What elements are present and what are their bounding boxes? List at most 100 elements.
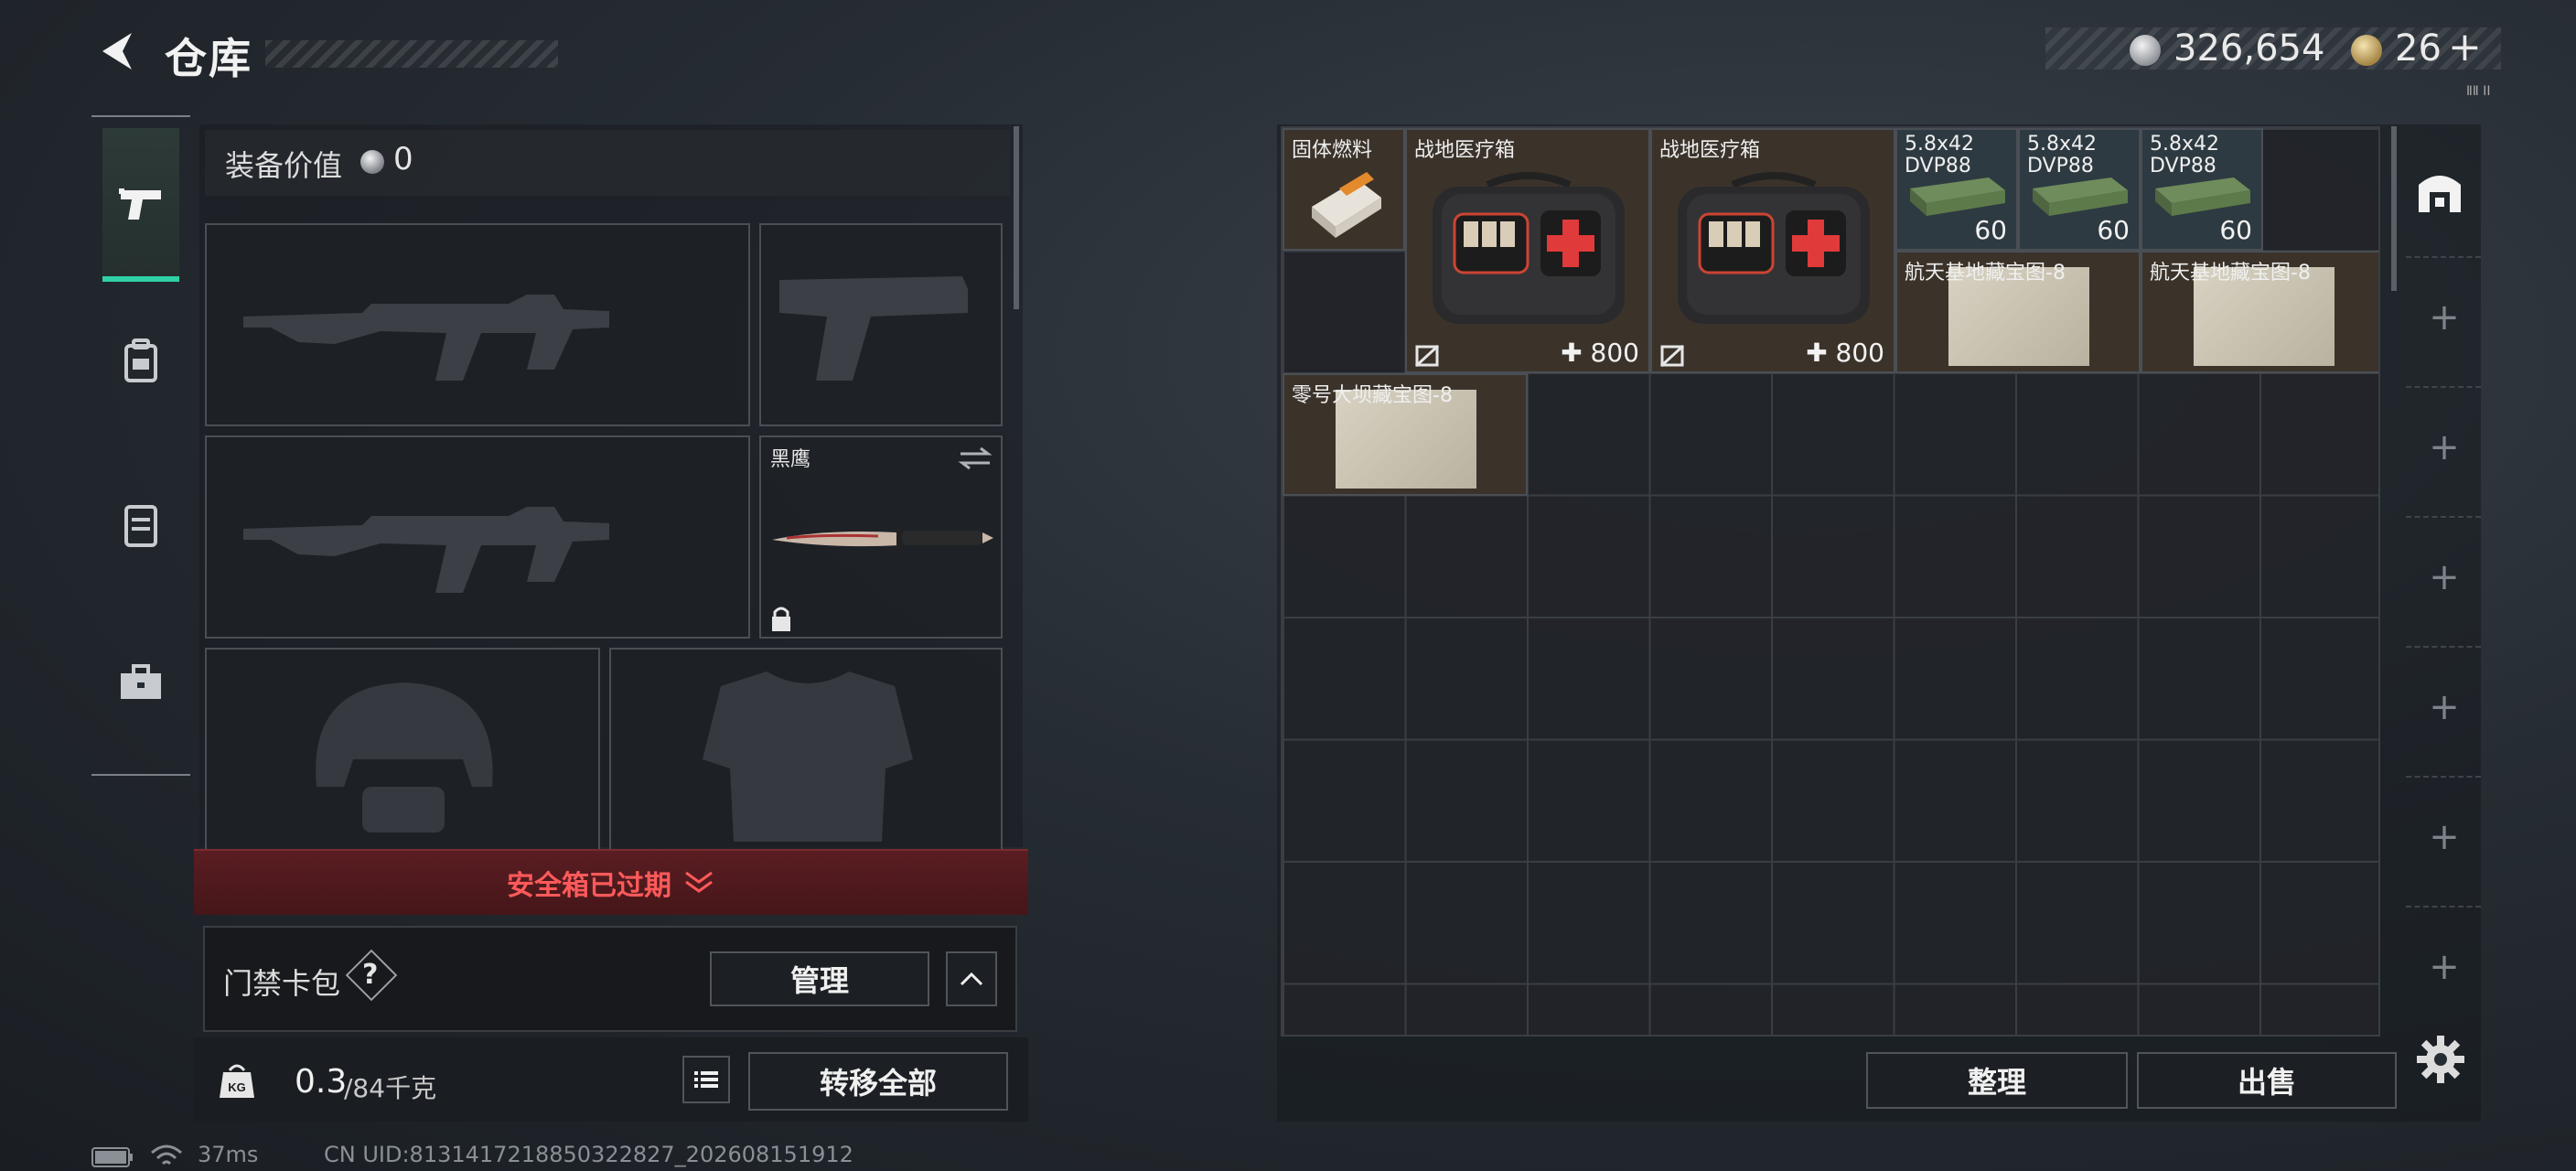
vest-icon	[124, 505, 157, 547]
nav-toolbox-tab[interactable]	[102, 644, 179, 721]
battery-icon	[91, 1147, 133, 1167]
item-quantity: 60	[2219, 215, 2252, 245]
storage-item[interactable]: 5.8x42 DVP88 60	[2018, 128, 2141, 251]
sort-button[interactable]: 整理	[1866, 1052, 2128, 1109]
item-name: 固体燃料	[1292, 139, 1373, 162]
add-tab-plus-icon[interactable]: +	[2426, 686, 2463, 728]
first-aid-kit-icon	[1678, 172, 1870, 324]
wifi-icon	[151, 1144, 182, 1166]
rail-divider	[2406, 906, 2481, 908]
weight-icon: KG	[220, 1064, 254, 1098]
silver-coin-icon	[2130, 35, 2161, 66]
rail-divider	[2406, 256, 2481, 258]
storage-item[interactable]: 5.8x42 DVP88 60	[2141, 128, 2263, 251]
storage-item[interactable]: 5.8x42 DVP88 60	[1895, 128, 2018, 251]
storage-scrollbar[interactable]	[2391, 126, 2397, 291]
keycard-label: 门禁卡包	[223, 966, 341, 1001]
list-icon	[694, 1071, 718, 1088]
page-title: 仓库	[165, 34, 252, 83]
sidearm-slot[interactable]	[759, 223, 1003, 426]
back-arrow-icon[interactable]	[91, 26, 143, 77]
ammo-box-icon	[2155, 177, 2250, 216]
item-name: 5.8x42 DVP88	[1905, 133, 1975, 177]
nav-backpack-tab[interactable]	[102, 322, 179, 399]
weight-current: 0.3	[295, 1063, 348, 1101]
body-armor-slot[interactable]	[609, 648, 1003, 851]
storage-item[interactable]: 战地医疗箱 ✚ 800	[1650, 128, 1895, 373]
title-stripe-decoration	[265, 40, 558, 68]
list-view-button[interactable]	[682, 1056, 730, 1103]
ammo-box-icon	[1910, 177, 2005, 216]
storage-grid: 固体燃料 战地医疗箱 ✚ 800 战地医疗箱 ✚ 800 5.8x42 DVP8…	[1281, 126, 2380, 1037]
rail-divider	[2406, 646, 2481, 648]
melee-slot[interactable]: 黑鹰	[759, 435, 1003, 639]
melee-name: 黑鹰	[770, 448, 811, 471]
swap-icon[interactable]	[957, 445, 993, 472]
item-quantity: 60	[1974, 215, 2007, 245]
rail-divider	[2406, 776, 2481, 778]
equipment-value-label: 装备价值	[225, 148, 343, 183]
nav-armor-tab[interactable]	[102, 487, 179, 564]
no-insure-icon	[1414, 344, 1440, 368]
transfer-all-button[interactable]: 转移全部	[748, 1052, 1008, 1111]
add-tab-plus-icon[interactable]: +	[2426, 816, 2463, 858]
safebox-expired-bar[interactable]: 安全箱已过期	[194, 849, 1028, 915]
add-tab-plus-icon[interactable]: +	[2426, 426, 2463, 468]
gold-balance: 26	[2395, 27, 2442, 70]
nav-weapon-tab[interactable]	[102, 165, 179, 242]
item-name: 航天基地藏宝图-8	[1905, 262, 2066, 285]
weight-max: /84千克	[344, 1073, 437, 1103]
primary-weapon-slot-2[interactable]	[205, 435, 750, 639]
storage-item[interactable]: 航天基地藏宝图-8	[1895, 251, 2141, 373]
help-icon[interactable]: ?	[362, 959, 378, 991]
toolbox-icon	[121, 664, 161, 699]
pistol-silhouette-icon	[779, 276, 968, 381]
rifle-silhouette-icon	[243, 507, 609, 593]
topup-button[interactable]: +	[2448, 24, 2482, 70]
knife-icon	[772, 527, 993, 551]
value-coin-icon	[360, 150, 384, 174]
helmet-silhouette-icon	[316, 682, 493, 833]
item-name: 5.8x42 DVP88	[2150, 133, 2220, 177]
helmet-slot[interactable]	[205, 648, 600, 851]
add-tab-plus-icon[interactable]: +	[2426, 946, 2463, 988]
solid-fuel-icon	[1312, 172, 1381, 238]
gold-coin-icon	[2351, 35, 2382, 66]
item-name: 航天基地藏宝图-8	[2150, 262, 2311, 285]
add-tab-plus-icon[interactable]: +	[2426, 296, 2463, 338]
user-uid: CN UID:8131417218850322827_202608151912	[324, 1142, 853, 1167]
ping-value: 37ms	[198, 1142, 259, 1167]
svg-text:KG: KG	[228, 1080, 246, 1094]
equipment-value: 0	[393, 141, 413, 177]
storage-item[interactable]: 零号大坝藏宝图-8	[1283, 373, 1528, 496]
lock-icon	[772, 607, 790, 631]
item-quantity: 60	[2097, 215, 2130, 245]
gear-icon[interactable]	[2415, 1034, 2466, 1085]
silver-balance: 326,654	[2174, 27, 2325, 70]
equipment-scrollbar[interactable]	[1014, 126, 1019, 309]
storage-item[interactable]: 航天基地藏宝图-8	[2141, 251, 2378, 373]
item-name: 5.8x42 DVP88	[2027, 133, 2098, 177]
primary-weapon-slot-1[interactable]	[205, 223, 750, 426]
rail-divider	[2406, 516, 2481, 518]
item-durability: ✚ 800	[1561, 338, 1639, 368]
manage-button[interactable]: 管理	[710, 951, 929, 1006]
no-insure-icon	[1659, 344, 1685, 368]
sell-button[interactable]: 出售	[2137, 1052, 2397, 1109]
add-tab-plus-icon[interactable]: +	[2426, 556, 2463, 598]
armor-silhouette-icon	[703, 671, 913, 842]
storage-item[interactable]: 固体燃料	[1283, 128, 1405, 251]
storage-item[interactable]: 战地医疗箱 ✚ 800	[1405, 128, 1650, 373]
rifle-silhouette-icon	[243, 295, 609, 381]
collapse-button[interactable]	[946, 951, 997, 1006]
item-name: 零号大坝藏宝图-8	[1292, 384, 1453, 407]
rail-divider	[2406, 386, 2481, 388]
double-chevron-down-icon	[685, 871, 713, 893]
item-durability: ✚ 800	[1806, 338, 1884, 368]
safebox-expired-text: 安全箱已过期	[507, 870, 671, 902]
ammo-box-icon	[2033, 177, 2128, 216]
backpack-icon	[124, 338, 157, 382]
item-name: 战地医疗箱	[1414, 139, 1516, 162]
corner-tag: ⅡⅡ ⅠⅠ	[2466, 84, 2491, 99]
warehouse-icon[interactable]	[2413, 165, 2466, 218]
